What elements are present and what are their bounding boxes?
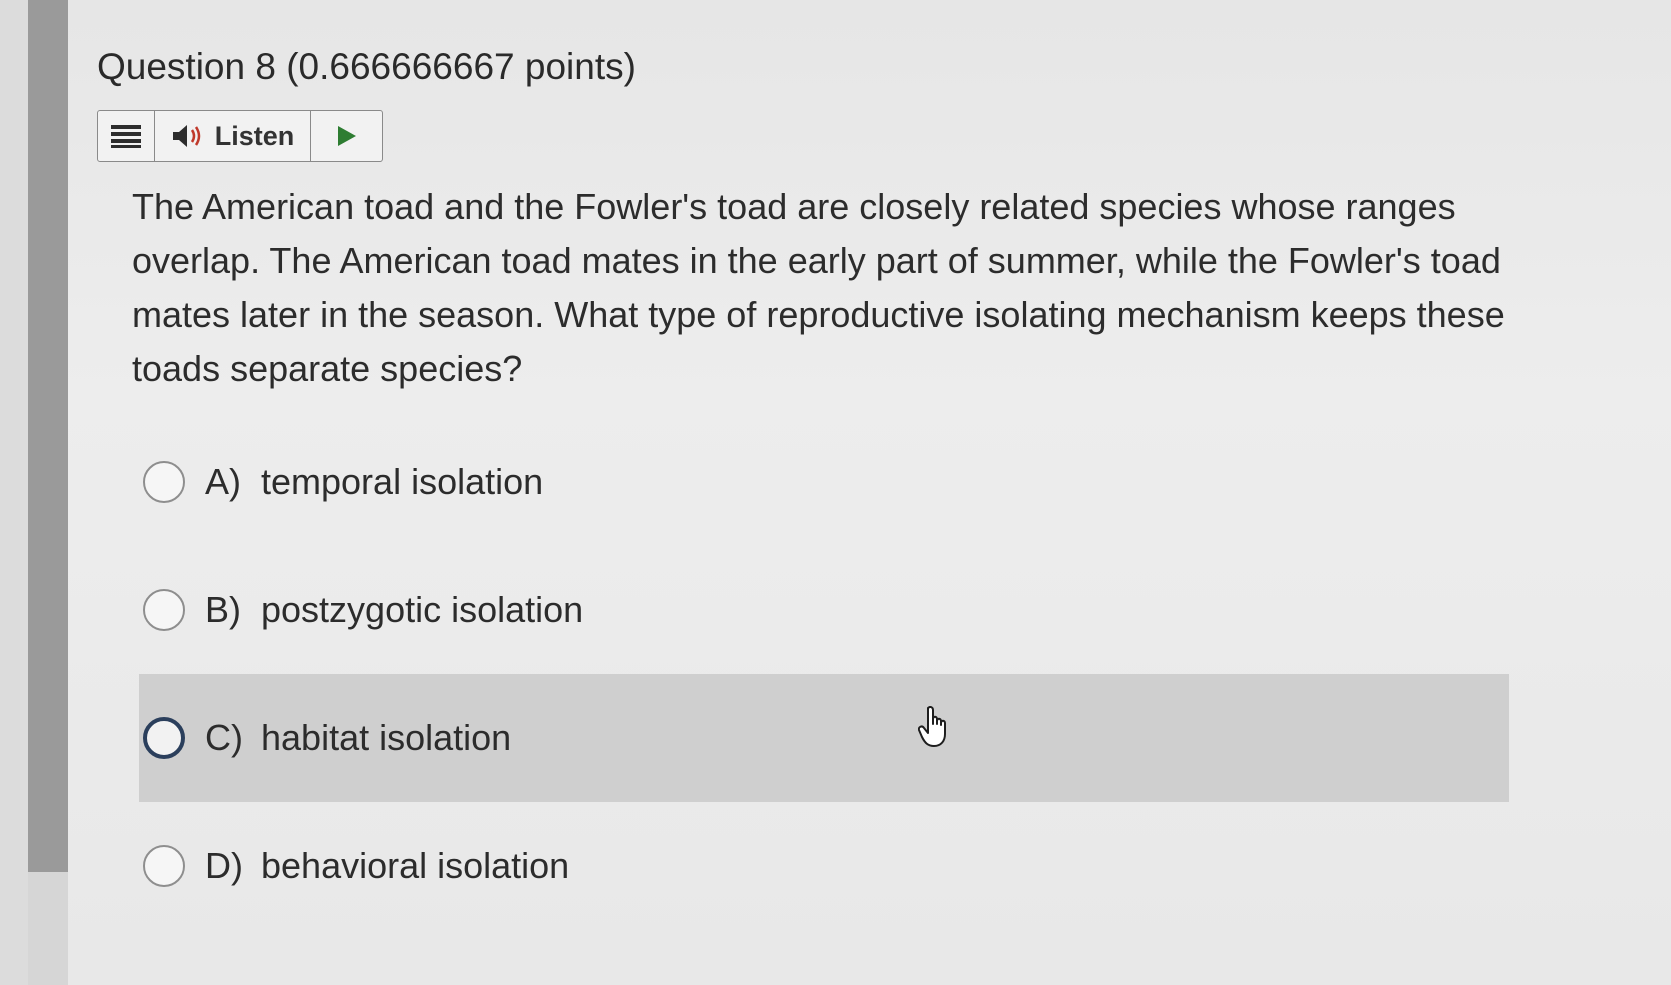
option-d[interactable]: D) behavioral isolation (139, 802, 1509, 930)
play-button[interactable] (311, 111, 382, 161)
left-scrollbar-track (28, 872, 68, 985)
left-scrollbar[interactable] (28, 0, 68, 872)
option-b-label: postzygotic isolation (261, 589, 584, 630)
speaker-icon (172, 125, 200, 147)
play-icon (337, 126, 356, 146)
listen-label: Listen (214, 120, 295, 151)
option-b-radio[interactable] (143, 589, 185, 631)
option-a-radio[interactable] (143, 461, 185, 503)
option-a[interactable]: A) temporal isolation (139, 418, 1509, 546)
option-a-label: temporal isolation (261, 461, 544, 502)
option-d-label: behavioral isolation (261, 845, 570, 886)
menu-button[interactable] (98, 111, 155, 161)
readspeaker-toolbar: Listen (97, 110, 383, 162)
option-d-radio[interactable] (143, 845, 185, 887)
question-title: Question 8 (0.666666667 points) (97, 46, 636, 87)
question-text: The American toad and the Fowler's toad … (132, 186, 1505, 389)
option-c-radio[interactable] (143, 717, 185, 759)
option-a-letter: A) (205, 461, 241, 502)
option-c[interactable]: C) habitat isolation (139, 674, 1509, 802)
menu-icon (111, 125, 141, 148)
option-b[interactable]: B) postzygotic isolation (139, 546, 1509, 674)
hand-cursor-icon (918, 706, 946, 747)
listen-button[interactable]: Listen (155, 111, 311, 161)
option-c-letter: C) (205, 717, 243, 758)
option-b-letter: B) (205, 589, 241, 630)
option-c-label: habitat isolation (261, 717, 512, 758)
quiz-page: Question 8 (0.666666667 points) Listen T (0, 0, 1671, 985)
left-edge (0, 0, 28, 985)
option-d-letter: D) (205, 845, 243, 886)
